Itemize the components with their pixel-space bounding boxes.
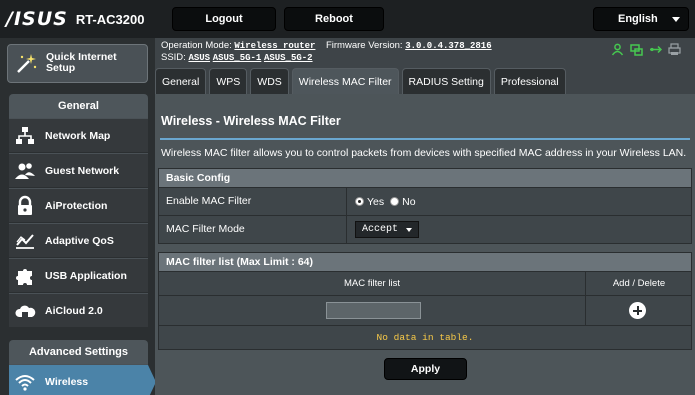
sidebar: Quick Internet Setup General Network Map… [0,38,156,395]
mac-input-cell [159,296,586,325]
sidebar-item-label: Wireless [45,375,89,388]
advanced-settings-header: Advanced Settings [9,340,148,364]
mac-filter-list-columns: MAC filter list Add / Delete [158,272,692,296]
column-header-add-delete: Add / Delete [612,278,666,289]
title-divider [160,138,690,140]
sidebar-item-aiprotection[interactable]: AiProtection [9,188,148,222]
mac-filter-mode-row: MAC Filter Mode Accept [158,216,692,244]
sidebar-item-label: Guest Network [45,164,120,177]
general-section-header: General [9,94,148,118]
sidebar-item-label: AiProtection [45,199,108,212]
lock-icon [18,195,32,215]
ssid-label: SSID: [161,52,186,63]
reboot-button[interactable]: Reboot [284,7,384,31]
tab-wireless-mac-filter[interactable]: Wireless MAC Filter [291,68,399,94]
operation-mode-link[interactable]: Wireless router [234,41,315,51]
usb-icon[interactable] [649,43,662,56]
guest-network-icon [15,162,35,179]
mac-filter-mode-value: Accept [362,224,399,235]
enable-mac-filter-options: Yes No [355,188,416,215]
add-mac-button[interactable] [629,302,646,319]
no-label: No [402,195,416,208]
mac-filter-mode-label: MAC Filter Mode [166,223,245,235]
column-separator [346,188,347,215]
no-radio[interactable] [390,197,400,206]
ssid-link[interactable]: ASUS_5G-2 [264,53,313,63]
qos-icon [16,233,34,249]
page-title: Wireless - Wireless MAC Filter [161,114,341,128]
devices-icon[interactable] [630,43,643,56]
sidebar-item-wireless[interactable]: Wireless [9,364,156,395]
top-bar: /ISUS RT-AC3200 Logout Reboot English [0,0,695,38]
sidebar-item-guest-network[interactable]: Guest Network [9,153,148,187]
tab-general[interactable]: General [155,68,207,94]
tab-radius-setting[interactable]: RADIUS Setting [401,68,491,94]
wifi-icon [15,374,35,391]
sidebar-item-label: USB Application [45,269,127,282]
enable-mac-filter-row: Enable MAC Filter Yes No [158,188,692,216]
page-description: Wireless MAC filter allows you to contro… [161,147,687,159]
mac-filter-mode-select[interactable]: Accept [355,221,420,238]
sidebar-item-usb-application[interactable]: USB Application [9,258,148,292]
tab-professional[interactable]: Professional [493,68,566,94]
column-separator [346,216,347,243]
column-header-mac-list: MAC filter list [159,272,586,295]
yes-label: Yes [367,195,385,208]
model-name: RT-AC3200 [75,11,145,27]
network-map-icon [16,126,34,144]
mac-address-input[interactable] [326,302,421,319]
sidebar-item-aicloud[interactable]: AiCloud 2.0 [9,293,148,327]
apply-button[interactable]: Apply [384,358,467,380]
magic-wand-icon [17,54,37,73]
logout-button[interactable]: Logout [172,7,276,31]
asus-logo[interactable]: /ISUS RT-AC3200 [6,4,144,34]
yes-radio[interactable] [355,197,364,206]
sidebar-item-label: Network Map [45,129,111,142]
language-label: English [618,13,658,25]
puzzle-icon [16,268,32,285]
chevron-down-icon [672,17,680,22]
quick-internet-setup-button[interactable]: Quick Internet Setup [7,44,148,83]
client-icon[interactable] [611,43,624,56]
mac-input-row [158,296,692,326]
tab-wds[interactable]: WDS [250,68,289,94]
mac-filter-mode-value-cell: Accept [355,216,420,243]
sidebar-item-network-map[interactable]: Network Map [9,118,148,152]
no-data-message: No data in table. [158,326,692,350]
ssid-link[interactable]: ASUS_5G-1 [213,53,262,63]
cloud-icon [15,305,36,317]
status-icons [611,43,681,56]
chevron-down-icon [406,227,413,232]
basic-config-header: Basic Config [158,168,692,188]
enable-mac-filter-label: Enable MAC Filter [166,195,252,207]
firmware-label: Firmware Version: [325,40,403,51]
tab-bar: General WPS WDS Wireless MAC Filter RADI… [155,68,569,94]
ssid-link[interactable]: ASUS [188,53,210,63]
brand-logo: /ISUS [6,8,68,30]
firmware-link[interactable]: 3.0.0.4.378_2816 [405,41,491,51]
mac-filter-list-header: MAC filter list (Max Limit : 64) [158,252,692,272]
printer-icon[interactable] [668,43,681,56]
language-select[interactable]: English [593,7,689,31]
operation-mode-label: Operation Mode: [161,40,232,51]
sidebar-item-adaptive-qos[interactable]: Adaptive QoS [9,223,148,257]
quick-setup-label: Quick Internet Setup [46,51,117,74]
sidebar-item-label: AiCloud 2.0 [45,304,103,317]
main-panel: Wireless - Wireless MAC Filter Wireless … [155,94,695,395]
tab-wps[interactable]: WPS [209,68,248,94]
sidebar-item-label: Adaptive QoS [45,234,114,247]
